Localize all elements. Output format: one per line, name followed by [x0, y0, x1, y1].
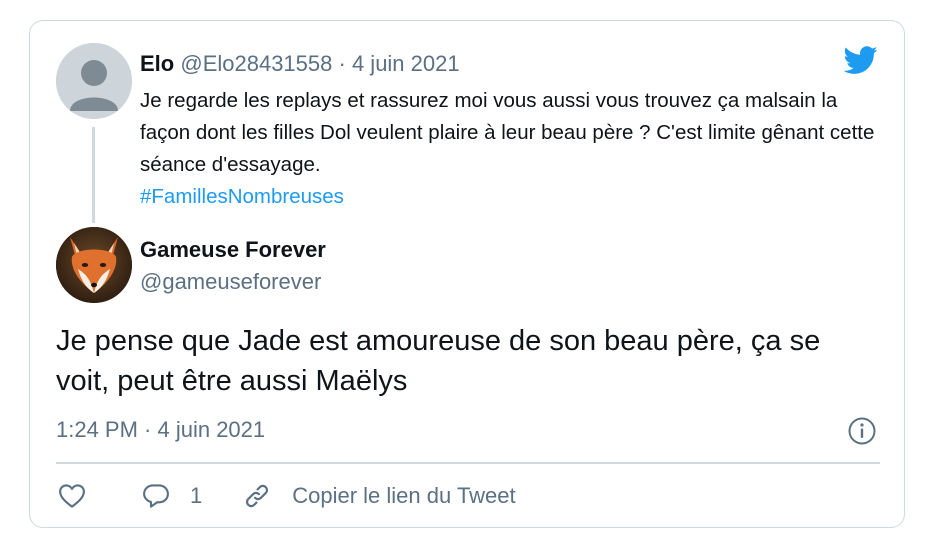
thread-connector-line: [92, 127, 95, 223]
parent-tweet-body: Je regarde les replays et rassurez moi v…: [140, 89, 875, 176]
tweet-action-bar: 1 Copier le lien du Tweet: [56, 479, 516, 513]
heart-icon: [59, 484, 85, 508]
main-tweet-text: Je pense que Jade est amoureuse de son b…: [56, 325, 821, 397]
parent-tweet-text: Je regarde les replays et rassurez moi v…: [140, 85, 880, 213]
link-icon: [246, 484, 269, 508]
embedded-tweet-card[interactable]: Elo @Elo28431558 · 4 juin 2021 Je regard…: [29, 20, 905, 528]
copy-link-label: Copier le lien du Tweet: [292, 483, 516, 508]
default-avatar-icon: [56, 43, 132, 119]
parent-author-name[interactable]: Elo: [140, 51, 174, 76]
parent-author-handle[interactable]: @Elo28431558: [180, 51, 332, 76]
action-bar-divider: [56, 462, 880, 464]
main-author-avatar[interactable]: [56, 227, 132, 303]
copy-link-button[interactable]: Copier le lien du Tweet: [242, 481, 516, 511]
reply-button[interactable]: 1: [140, 481, 202, 511]
parent-author-avatar[interactable]: [56, 43, 132, 119]
header-separator: ·: [338, 51, 346, 76]
twitter-bird-icon[interactable]: [841, 43, 881, 77]
parent-tweet-header: Elo @Elo28431558 · 4 juin 2021: [140, 51, 460, 77]
fox-avatar-icon: [56, 227, 132, 303]
like-button[interactable]: [56, 481, 88, 511]
tweet-timestamp[interactable]: 1:24 PM · 4 juin 2021: [56, 417, 265, 443]
reply-count: 1: [190, 483, 203, 508]
parent-tweet-hashtag[interactable]: #FamillesNombreuses: [140, 181, 880, 213]
speech-bubble-icon: [143, 484, 169, 508]
parent-tweet-date[interactable]: 4 juin 2021: [352, 51, 460, 76]
main-author-handle[interactable]: @gameuseforever: [140, 269, 321, 295]
info-icon[interactable]: [847, 416, 877, 446]
main-author-name[interactable]: Gameuse Forever: [140, 237, 326, 263]
